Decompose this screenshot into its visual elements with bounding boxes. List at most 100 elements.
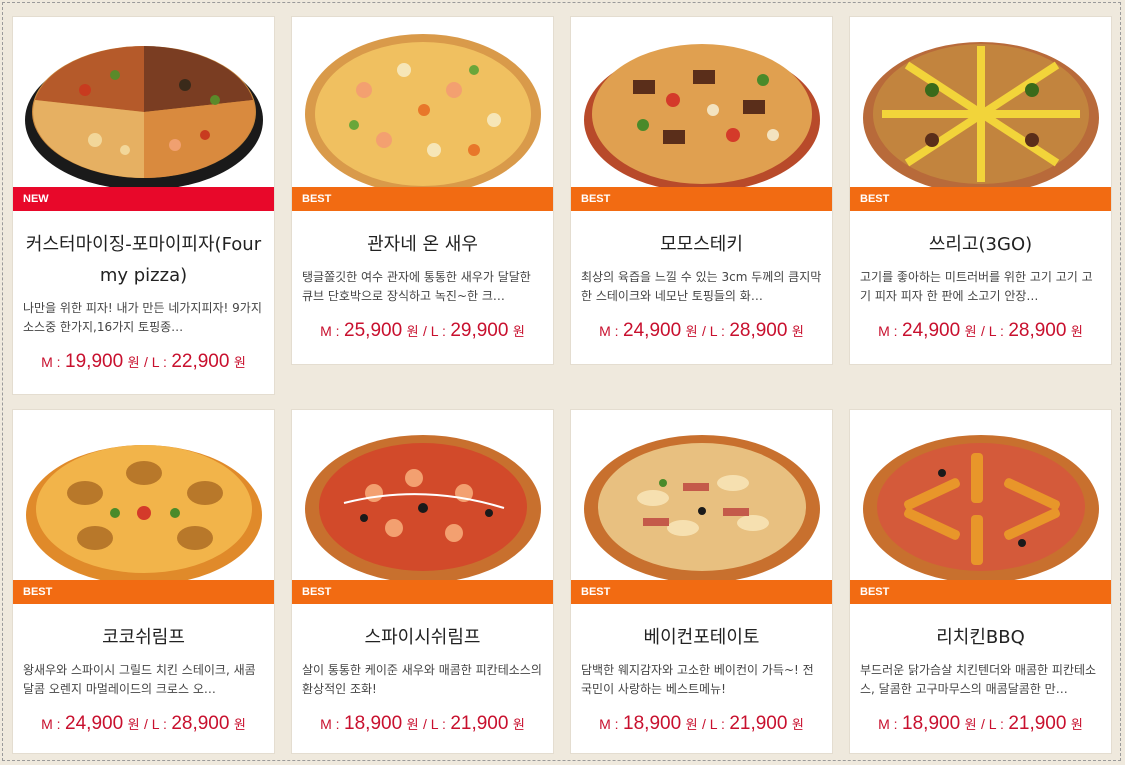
size-l-label: / L : (702, 323, 725, 339)
best-badge: BEST (13, 580, 274, 604)
size-m-label: M : (878, 323, 898, 339)
currency-unit: 원 (127, 717, 140, 732)
pizza-image[interactable]: BEST (292, 410, 553, 604)
size-l-label: / L : (981, 323, 1004, 339)
currency-unit: 원 (406, 717, 419, 732)
pizza-image[interactable]: NEW (13, 17, 274, 211)
currency-unit: 원 (964, 324, 977, 339)
best-badge: BEST (571, 187, 832, 211)
currency-unit: 원 (791, 324, 804, 339)
pizza-image[interactable]: BEST (571, 410, 832, 604)
pizza-card[interactable]: BEST 스파이시쉬림프 살이 통통한 케이준 새우와 매콤한 피칸테소스의 환… (291, 409, 554, 754)
price-m: 18,900 (902, 713, 961, 734)
pizza-card[interactable]: BEST 리치킨BBQ 부드러운 닭가슴살 치킨텐더와 매콤한 피칸테소스, 달… (849, 409, 1112, 754)
currency-unit: 원 (1070, 717, 1083, 732)
pizza-card[interactable]: BEST 관자네 온 새우 탱글쫄깃한 여수 관자에 통통한 새우가 달달한 큐… (291, 16, 554, 365)
pizza-price: M : 24,900 원 / L : 28,900 원 (850, 306, 1111, 354)
pizza-description: 살이 통통한 케이준 새우와 매콤한 피칸테소스의 환상적인 조화! (302, 663, 542, 696)
pizza-title[interactable]: 코코쉬림프 (13, 604, 274, 661)
currency-unit: 원 (512, 717, 525, 732)
currency-unit: 원 (685, 324, 698, 339)
price-m: 18,900 (623, 713, 682, 734)
currency-unit: 원 (791, 717, 804, 732)
pizza-price: M : 24,900 원 / L : 28,900 원 (571, 306, 832, 354)
price-m: 25,900 (344, 320, 403, 341)
pizza-image[interactable]: BEST (850, 410, 1111, 604)
pizza-title[interactable]: 쓰리고(3GO) (850, 211, 1111, 268)
pizza-title[interactable]: 스파이시쉬림프 (292, 604, 553, 661)
pizza-photo (304, 435, 541, 583)
currency-unit: 원 (512, 324, 525, 339)
price-l: 28,900 (1008, 320, 1067, 341)
pizza-description: 왕새우와 스파이시 그릴드 치킨 스테이크, 새콤달콤 오렌지 마멀레이드의 크… (23, 663, 256, 696)
pizza-image[interactable]: BEST (292, 17, 553, 211)
pizza-description: 최상의 육즙을 느낄 수 있는 3cm 두께의 큼지막한 스테이크와 네모난 토… (581, 270, 822, 303)
size-l-label: / L : (702, 716, 725, 732)
price-l: 28,900 (171, 713, 230, 734)
pizza-title[interactable]: 커스터마이징-포마이피자(Four my pizza) (13, 211, 274, 299)
pizza-photo (25, 445, 262, 585)
pizza-image[interactable]: BEST (850, 17, 1111, 211)
pizza-description: 담백한 웨지감자와 고소한 베이컨이 가득~! 전 국민이 사랑하는 베스트메뉴… (581, 663, 814, 696)
currency-unit: 원 (233, 717, 246, 732)
price-l: 29,900 (450, 320, 509, 341)
pizza-image[interactable]: BEST (13, 410, 274, 604)
size-m-label: M : (41, 354, 61, 370)
price-m: 24,900 (902, 320, 961, 341)
price-m: 19,900 (65, 351, 124, 372)
pizza-title[interactable]: 모모스테키 (571, 211, 832, 268)
price-l: 21,900 (729, 713, 788, 734)
currency-unit: 원 (964, 717, 977, 732)
best-badge: BEST (292, 580, 553, 604)
price-l: 28,900 (729, 320, 788, 341)
currency-unit: 원 (233, 355, 246, 370)
pizza-price: M : 18,900 원 / L : 21,900 원 (850, 699, 1111, 747)
price-l: 21,900 (1008, 713, 1067, 734)
pizza-price: M : 24,900 원 / L : 28,900 원 (13, 699, 274, 747)
pizza-card[interactable]: NEW 커스터마이징-포마이피자(Four my pizza) 나만을 위한 피… (12, 16, 275, 395)
new-badge: NEW (13, 187, 274, 211)
pizza-card[interactable]: BEST 모모스테키 최상의 육즙을 느낄 수 있는 3cm 두께의 큼지막한 … (570, 16, 833, 365)
size-l-label: / L : (423, 323, 446, 339)
pizza-image[interactable]: BEST (571, 17, 832, 211)
pizza-photo (583, 44, 820, 192)
best-badge: BEST (292, 187, 553, 211)
pizza-title[interactable]: 리치킨BBQ (850, 604, 1111, 661)
size-l-label: / L : (144, 716, 167, 732)
pizza-price: M : 18,900 원 / L : 21,900 원 (571, 699, 832, 747)
size-m-label: M : (878, 716, 898, 732)
size-l-label: / L : (423, 716, 446, 732)
pizza-photo (24, 46, 263, 190)
pizza-description: 고기를 좋아하는 미트러버를 위한 고기 고기 고기 피자 피자 한 판에 소고… (860, 270, 1093, 303)
pizza-card[interactable]: BEST 베이컨포테이토 담백한 웨지감자와 고소한 베이컨이 가득~! 전 국… (570, 409, 833, 754)
pizza-card[interactable]: BEST 쓰리고(3GO) 고기를 좋아하는 미트러버를 위한 고기 고기 고기… (849, 16, 1112, 365)
size-l-label: / L : (981, 716, 1004, 732)
pizza-description: 부드러운 닭가슴살 치킨텐더와 매콤한 피칸테소스, 달콤한 고구마무스의 매콤… (860, 663, 1097, 696)
price-m: 18,900 (344, 713, 403, 734)
size-m-label: M : (599, 716, 619, 732)
size-l-label: / L : (144, 354, 167, 370)
best-badge: BEST (850, 187, 1111, 211)
pizza-photo (862, 42, 1099, 194)
size-m-label: M : (320, 716, 340, 732)
pizza-price: M : 19,900 원 / L : 22,900 원 (13, 337, 274, 385)
pizza-description: 탱글쫄깃한 여수 관자에 통통한 새우가 달달한 큐브 단호박으로 장식하고 녹… (302, 270, 531, 303)
size-m-label: M : (599, 323, 619, 339)
pizza-photo (304, 34, 541, 194)
pizza-title[interactable]: 베이컨포테이토 (571, 604, 832, 661)
size-m-label: M : (320, 323, 340, 339)
pizza-card[interactable]: BEST 코코쉬림프 왕새우와 스파이시 그릴드 치킨 스테이크, 새콤달콤 오… (12, 409, 275, 754)
currency-unit: 원 (406, 324, 419, 339)
pizza-price: M : 18,900 원 / L : 21,900 원 (292, 699, 553, 747)
price-l: 22,900 (171, 351, 230, 372)
price-m: 24,900 (623, 320, 682, 341)
best-badge: BEST (571, 580, 832, 604)
currency-unit: 원 (685, 717, 698, 732)
pizza-photo (583, 435, 820, 583)
currency-unit: 원 (1070, 324, 1083, 339)
price-l: 21,900 (450, 713, 509, 734)
pizza-price: M : 25,900 원 / L : 29,900 원 (292, 306, 553, 354)
pizza-title[interactable]: 관자네 온 새우 (292, 211, 553, 268)
pizza-photo (862, 435, 1099, 583)
currency-unit: 원 (127, 355, 140, 370)
